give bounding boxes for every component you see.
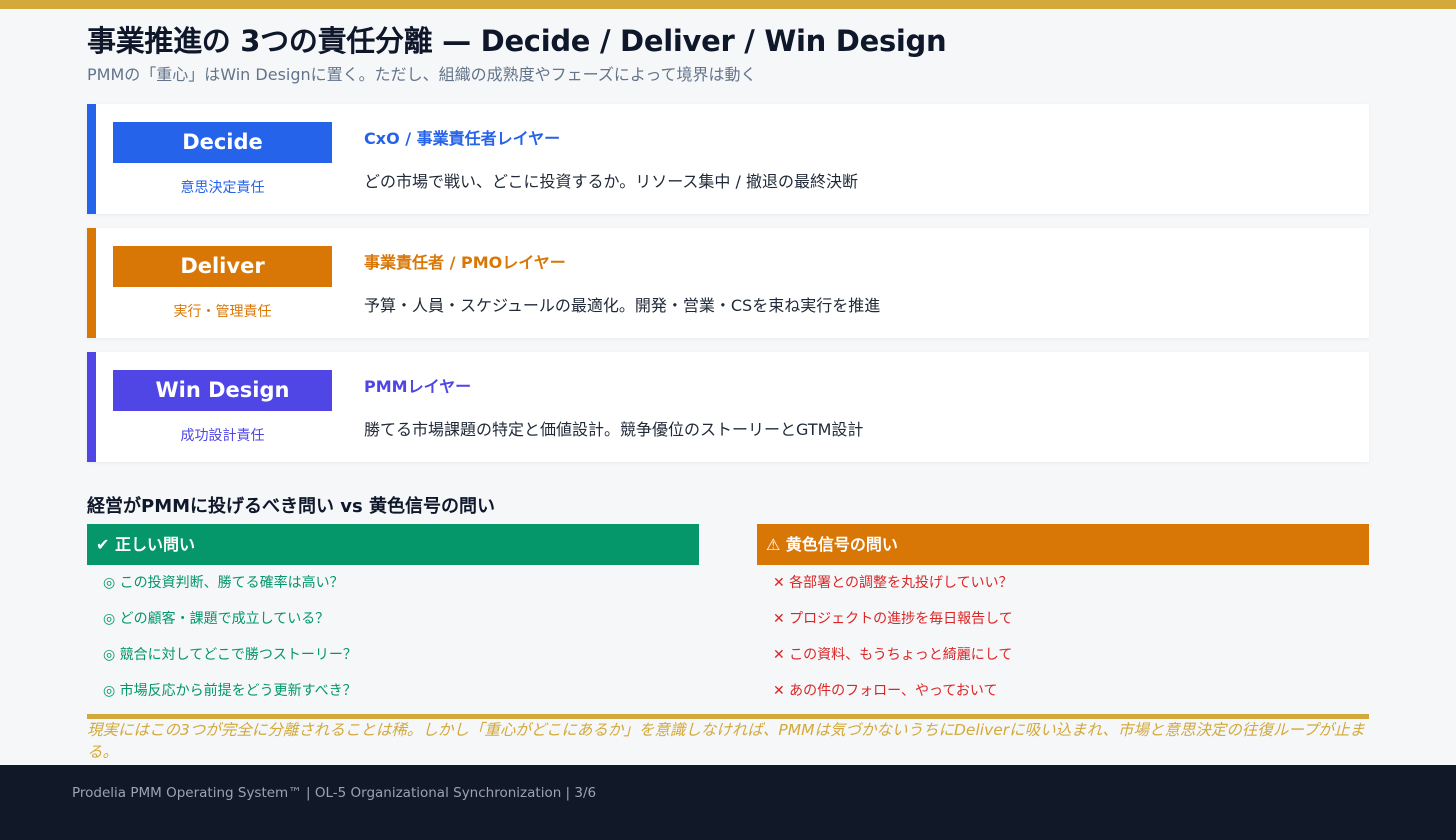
list-item: ✕ プロジェクトの進捗を毎日報告して — [773, 611, 1013, 627]
warning-icon: ⚠ — [766, 535, 781, 554]
closing-note: 現実にはこの3つが完全に分離されることは稀。しかし「重心がどこにあるか」を意識し… — [87, 721, 1365, 761]
footer-text: Prodelia PMM Operating System™ | OL-5 Or… — [72, 785, 597, 801]
layer-name: CxO / 事業責任者レイヤー — [364, 129, 561, 148]
card-accent-stripe — [87, 352, 96, 462]
good-questions-header: ✔ 正しい問い — [87, 524, 699, 565]
layer-role: 実行・管理責任 — [173, 304, 272, 320]
layer-name: 事業責任者 / PMOレイヤー — [364, 253, 566, 272]
list-item: ◎ どの顧客・課題で成立している？ — [103, 611, 330, 627]
good-questions-list: ◎ この投資判断、勝てる確率は高い？ ◎ どの顧客・課題で成立している？ ◎ 競… — [87, 565, 699, 709]
layer-role: 意思決定責任 — [180, 180, 265, 196]
list-item: ✕ この資料、もうちょっと綺麗にして — [773, 647, 1013, 663]
list-item: ◎ 市場反応から前提をどう更新すべき？ — [103, 683, 357, 699]
list-item: ✕ 各部署との調整を丸投げしていい？ — [773, 575, 1013, 591]
card-accent-stripe — [87, 104, 96, 214]
list-item: ◎ この投資判断、勝てる確率は高い？ — [103, 575, 344, 591]
layer-card-decide: Decide 意思決定責任 CxO / 事業責任者レイヤー どの市場で戦い、どこ… — [87, 104, 1369, 214]
layer-card-deliver: Deliver 実行・管理責任 事業責任者 / PMOレイヤー 予算・人員・スケ… — [87, 228, 1369, 338]
list-item: ◎ 競合に対してどこで勝つストーリー？ — [103, 647, 357, 663]
warning-questions-header-label: 黄色信号の問い — [785, 535, 898, 554]
page-subtitle: PMMの「重心」はWin Designに置く。ただし、組織の成熟度やフェーズによ… — [87, 65, 757, 84]
check-icon: ✔ — [96, 535, 110, 554]
layer-description: 勝てる市場課題の特定と価値設計。競争優位のストーリーとGTM設計 — [364, 420, 864, 439]
card-accent-stripe — [87, 228, 96, 338]
layer-badge: Decide — [113, 122, 332, 163]
layer-description: どの市場で戦い、どこに投資するか。リソース集中 / 撤退の最終決断 — [364, 172, 858, 191]
layer-name: PMMレイヤー — [364, 377, 472, 396]
warning-questions-header: ⚠ 黄色信号の問い — [757, 524, 1369, 565]
questions-section-title: 経営がPMMに投げるべき問い vs 黄色信号の問い — [87, 496, 495, 517]
page-title: 事業推進の 3つの責任分離 — Decide / Deliver / Win D… — [87, 24, 947, 58]
good-questions-header-label: 正しい問い — [114, 535, 195, 554]
top-accent-bar — [0, 0, 1456, 9]
warning-questions-list: ✕ 各部署との調整を丸投げしていい？ ✕ プロジェクトの進捗を毎日報告して ✕ … — [757, 565, 1369, 709]
layer-description: 予算・人員・スケジュールの最適化。開発・営業・CSを束ね実行を推進 — [364, 296, 881, 315]
layer-role: 成功設計責任 — [180, 428, 265, 444]
list-item: ✕ あの件のフォロー、やっておいて — [773, 683, 998, 699]
layer-card-win-design: Win Design 成功設計責任 PMMレイヤー 勝てる市場課題の特定と価値設… — [87, 352, 1369, 462]
layer-badge: Deliver — [113, 246, 332, 287]
layer-badge: Win Design — [113, 370, 332, 411]
footer-bar: Prodelia PMM Operating System™ | OL-5 Or… — [0, 765, 1456, 840]
